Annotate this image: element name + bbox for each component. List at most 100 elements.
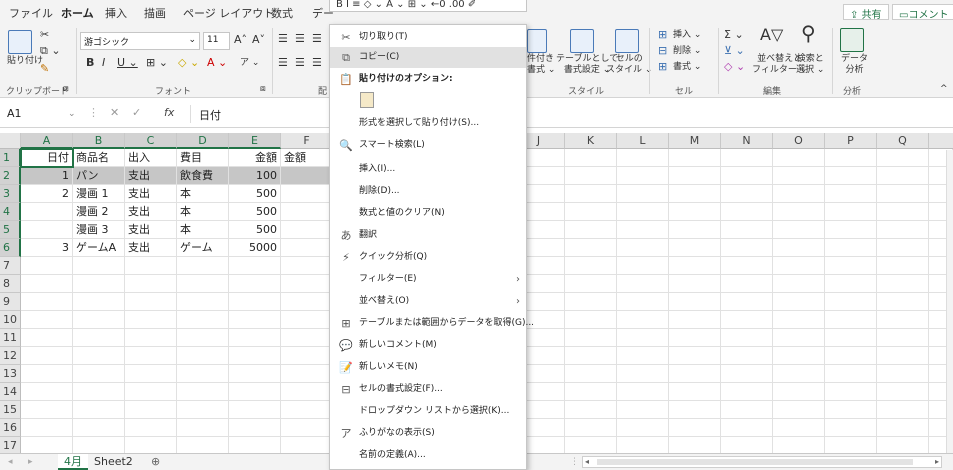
menu-item-cut[interactable]: ✂ 切り取り(T) <box>330 27 526 48</box>
table-cell[interactable] <box>229 311 281 329</box>
table-cell[interactable] <box>877 419 929 437</box>
table-cell[interactable] <box>617 167 669 185</box>
formula-input[interactable]: 日付 <box>190 105 950 123</box>
table-cell[interactable] <box>617 311 669 329</box>
table-cell[interactable] <box>617 149 669 167</box>
table-cell[interactable] <box>617 257 669 275</box>
menu-item-format-cells[interactable]: ⊟ セルの書式設定(F)... <box>330 379 526 400</box>
table-cell[interactable] <box>825 185 877 203</box>
table-cell[interactable]: 500 <box>229 221 281 239</box>
table-cell[interactable] <box>125 383 177 401</box>
table-cell[interactable] <box>565 275 617 293</box>
table-cell[interactable]: 本 <box>177 185 229 203</box>
table-cell[interactable] <box>21 311 73 329</box>
menu-item-quick-analysis[interactable]: ⚡ クイック分析(Q) <box>330 247 526 268</box>
row-header[interactable]: 4 <box>0 203 21 221</box>
table-cell[interactable] <box>281 239 333 257</box>
table-cell[interactable] <box>877 365 929 383</box>
row-header[interactable]: 5 <box>0 221 21 239</box>
table-cell[interactable]: 5000 <box>229 239 281 257</box>
cell-style-label[interactable]: セルの スタイル ⌄ <box>606 54 652 76</box>
table-cell[interactable] <box>773 257 825 275</box>
table-cell[interactable] <box>21 257 73 275</box>
column-header-m[interactable]: M <box>669 133 721 149</box>
table-cell[interactable] <box>565 167 617 185</box>
table-cell[interactable]: 1 <box>21 167 73 185</box>
table-cell[interactable] <box>281 419 333 437</box>
table-cell[interactable] <box>669 275 721 293</box>
menu-item-new-comment[interactable]: 💬 新しいコメント(M) <box>330 335 526 356</box>
menu-item-translate[interactable]: あ翻訳 <box>330 225 526 246</box>
table-cell[interactable] <box>669 419 721 437</box>
table-cell[interactable] <box>177 383 229 401</box>
table-cell[interactable] <box>721 185 773 203</box>
table-cell[interactable] <box>21 419 73 437</box>
column-header-k[interactable]: K <box>565 133 617 149</box>
format-cells-label[interactable]: 書式 ⌄ <box>673 62 701 73</box>
table-cell[interactable] <box>825 419 877 437</box>
fill-color-icon[interactable]: ◇ ⌄ <box>178 56 199 70</box>
table-cell[interactable] <box>773 167 825 185</box>
table-cell[interactable] <box>125 347 177 365</box>
menu-item-insert[interactable]: 挿入(I)... <box>330 159 526 180</box>
table-cell[interactable] <box>825 383 877 401</box>
collapse-ribbon-icon[interactable]: ^ <box>940 82 948 96</box>
table-cell[interactable]: 2 <box>21 185 73 203</box>
table-cell[interactable] <box>773 185 825 203</box>
table-cell[interactable] <box>125 329 177 347</box>
table-cell[interactable] <box>177 275 229 293</box>
table-cell[interactable] <box>877 329 929 347</box>
table-cell[interactable] <box>617 419 669 437</box>
tab-insert[interactable]: 挿入 <box>105 5 127 21</box>
scroll-left-arrow-icon[interactable]: ◂ <box>585 457 589 467</box>
table-cell[interactable] <box>773 149 825 167</box>
table-cell[interactable] <box>721 167 773 185</box>
table-cell[interactable] <box>21 293 73 311</box>
table-cell[interactable]: パン <box>73 167 125 185</box>
table-cell[interactable] <box>177 401 229 419</box>
row-header[interactable]: 11 <box>0 329 21 347</box>
table-cell[interactable] <box>177 311 229 329</box>
phonetic-icon[interactable]: ア ⌄ <box>240 56 259 70</box>
table-cell[interactable] <box>721 221 773 239</box>
table-cell[interactable] <box>669 365 721 383</box>
table-cell[interactable] <box>877 275 929 293</box>
table-cell[interactable] <box>281 383 333 401</box>
align-center-icon[interactable]: ☰ <box>295 56 305 70</box>
sheet-tab-april[interactable]: 4月 <box>58 454 88 470</box>
table-cell[interactable] <box>773 347 825 365</box>
align-left-icon[interactable]: ☰ <box>278 56 288 70</box>
copy-icon[interactable]: ⧉ ⌄ <box>40 44 61 58</box>
table-cell[interactable] <box>565 311 617 329</box>
select-all-corner[interactable] <box>0 133 21 149</box>
insert-cells-icon[interactable]: ⊞ <box>658 28 667 42</box>
table-cell[interactable]: 漫画 2 <box>73 203 125 221</box>
table-cell[interactable]: 支出 <box>125 167 177 185</box>
enter-icon[interactable]: ✓ <box>132 106 141 120</box>
table-cell[interactable] <box>281 293 333 311</box>
table-cell[interactable] <box>125 365 177 383</box>
autosum-icon[interactable]: Σ ⌄ <box>724 28 744 42</box>
table-cell[interactable] <box>877 293 929 311</box>
table-cell[interactable] <box>281 275 333 293</box>
row-header[interactable]: 6 <box>0 239 21 257</box>
table-cell[interactable]: 費目 <box>177 149 229 167</box>
table-cell[interactable]: 飲食費 <box>177 167 229 185</box>
row-header[interactable]: 7 <box>0 257 21 275</box>
delete-cells-label[interactable]: 削除 ⌄ <box>673 46 701 57</box>
table-cell[interactable] <box>721 275 773 293</box>
table-cell[interactable] <box>125 275 177 293</box>
table-cell[interactable] <box>281 401 333 419</box>
dialog-launcher-icon[interactable]: ⧈ <box>260 82 266 96</box>
table-cell[interactable] <box>565 149 617 167</box>
table-cell[interactable] <box>721 329 773 347</box>
table-cell[interactable]: 支出 <box>125 185 177 203</box>
table-cell[interactable] <box>825 347 877 365</box>
table-cell[interactable] <box>73 293 125 311</box>
find-select-label[interactable]: 検索と 選択 ⌄ <box>796 54 824 76</box>
fx-icon[interactable]: fx <box>164 106 174 120</box>
add-sheet-icon[interactable]: ⊕ <box>145 454 166 470</box>
table-cell[interactable] <box>773 221 825 239</box>
table-cell[interactable]: 漫画 3 <box>73 221 125 239</box>
table-cell[interactable]: 3 <box>21 239 73 257</box>
